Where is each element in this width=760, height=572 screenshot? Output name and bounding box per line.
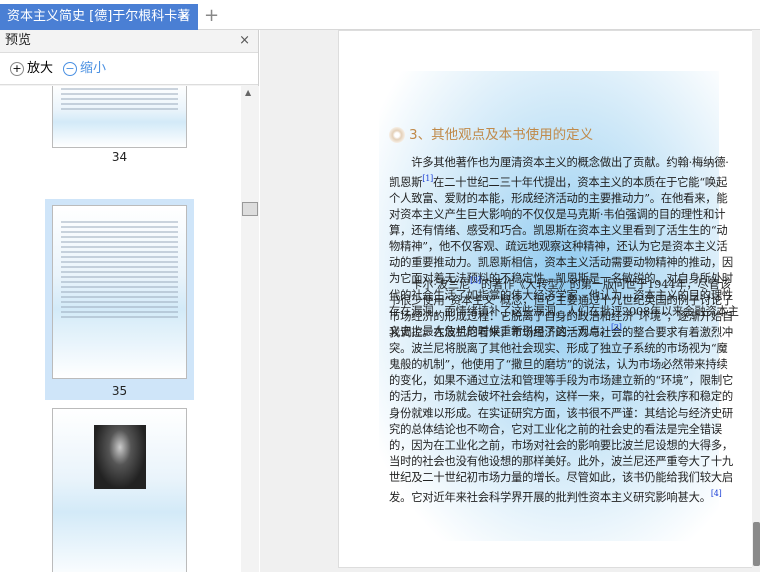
text-segment: 许多其他著作也为厘清资本主义的概念做出了贡献。约翰·梅纳德· [389, 156, 729, 169]
text-segment: 个人致富、爱财的本能，形成经济活动的主要推动力”。在他看来，能 [389, 191, 728, 205]
zoom-toolbar: + 放大 − 缩小 [0, 53, 258, 85]
zoom-out-icon: − [63, 61, 78, 76]
main-scrollbar[interactable] [752, 30, 760, 572]
text-line: 世纪及二十世纪初市场力量的增长。尽管如此，该书仍能给我们较大启 [389, 470, 733, 486]
document-tab[interactable]: 资本主义简史 [德]于尔根科卡著 × [0, 4, 198, 30]
text-segment: 究的总体结论也不吻合，它对工业化之前的社会史的看法是完全错误 [389, 422, 722, 436]
tab-bar: 资本主义简史 [德]于尔根科卡著 × + [0, 0, 760, 30]
sidebar-header: 预览 × [0, 30, 258, 53]
text-line: 突。波兰尼将脱离了其他社会现实、形成了独立子系统的市场视为“魔 [389, 341, 728, 357]
text-line: 的，因为在工业化之前，市场对社会的影响要比波兰尼设想的大得多， [389, 438, 733, 454]
text-segment: 身份就难以形成。在实证研究方面，该书很不严谨：其结论与经济史研 [389, 406, 734, 420]
document-page: 3、其他观点及本书使用的定义 许多其他著作也为厘清资本主义的概念做出了贡献。约翰… [338, 30, 754, 568]
text-line: 的活力，市场就会破坏社会结构，这样一来，可靠的社会秩序和稳定的 [389, 389, 733, 405]
text-segment: 我调控。在波兰尼看来，市场经济的活力与社会的整合要求有着激烈冲 [389, 326, 734, 340]
text-segment: 在二十世纪二三十年代提出，资本主义的本质在于它能“唤起 [433, 175, 728, 189]
page-thumbnail-34[interactable] [52, 86, 187, 148]
footnote-link[interactable]: [3] [470, 276, 481, 285]
text-line: 凯恩斯[1]在二十世纪二三十年代提出，资本主义的本质在于它能“唤起 [389, 171, 727, 191]
document-viewer: 3、其他观点及本书使用的定义 许多其他著作也为厘清资本主义的概念做出了贡献。约翰… [260, 30, 760, 572]
text-line: 发。它对近年来社会科学界开展的批判性资本主义研究影响甚大。[4] [389, 486, 722, 506]
text-segment: 的变化，如果不通过立法和管理等手段为市场建立新的“环境”，限制它 [389, 374, 734, 388]
text-segment: 卡尔·波兰尼 [389, 277, 471, 291]
text-segment: 物精神”，他不仅客观、疏远地观察这种精神，还认为它是资本主义活 [389, 240, 728, 254]
text-line: 身份就难以形成。在实证研究方面，该书很不严谨：其结论与经济史研 [389, 406, 733, 422]
footnote-link[interactable]: [1] [422, 174, 433, 183]
zoom-in-icon: + [10, 61, 24, 76]
text-line: 我调控。在波兰尼看来，市场经济的活力与社会的整合要求有着激烈冲 [389, 325, 733, 341]
text-line: 个人致富、爱财的本能，形成经济活动的主要推动力”。在他看来，能 [389, 191, 728, 207]
decorative-circles-icon [389, 127, 405, 143]
close-tab-icon[interactable]: × [179, 4, 190, 30]
text-line: 动的重要推动力。凯恩斯相信，资本主义活动需要动物精神的推动，因 [389, 255, 733, 271]
text-segment: 突。波兰尼将脱离了其他社会现实、形成了独立子系统的市场视为“魔 [389, 342, 728, 356]
text-line: 当时的社会也没有他设想的那样美好。此外，波兰尼还严重夸大了十九 [389, 454, 733, 470]
sidebar-scroll-thumb[interactable] [242, 202, 258, 216]
zoom-out-button[interactable]: − 缩小 [63, 54, 106, 84]
text-segment: 的，因为在工业化之前，市场对社会的影响要比波兰尼设想的大得多， [389, 438, 734, 452]
text-segment: 发。它对近年来社会科学界开展的批判性资本主义研究影响甚大。 [389, 490, 711, 504]
text-segment: 的著作《大转型》的第一版问世于1944年，尽管该 [480, 277, 731, 291]
portrait-photo [93, 425, 146, 489]
text-line: 对资本主义产生巨大影响的不仅仅是马克斯·韦伯强调的目的理性和计 [389, 207, 726, 223]
text-line: 卡尔·波兰尼[3]的著作《大转型》的第一版问世于1944年，尽管该 [389, 273, 731, 293]
zoom-in-label: 放大 [27, 60, 54, 76]
text-line: 的变化，如果不通过立法和管理等手段为市场建立新的“环境”，限制它 [389, 373, 733, 389]
thumbnail-list: 34 35 36 [0, 86, 241, 572]
text-segment: 世纪及二十世纪初市场力量的增长。尽管如此，该书仍能给我们较大启 [389, 470, 734, 484]
text-segment: 凯恩斯 [389, 175, 423, 189]
new-tab-button[interactable]: + [204, 4, 219, 28]
text-line: 算，还有情绪、感受和巧合。凯恩斯在资本主义里看到了活生生的“动 [389, 223, 728, 239]
main-scroll-thumb[interactable] [753, 522, 760, 566]
footnote-link[interactable]: [4] [711, 489, 722, 498]
page-number-35: 35 [111, 384, 128, 398]
text-line: 鬼般的机制”，他使用了“撒旦的磨坊”的说法，认为市场必然带来持续 [389, 357, 728, 373]
text-segment: 动的重要推动力。凯恩斯相信，资本主义活动需要动物精神的推动，因 [389, 256, 734, 270]
text-line: 书很少使用“资本主义”概念，但它主要通过十九世纪英国的例子讨论了 [389, 293, 733, 309]
text-segment: 的活力，市场就会破坏社会结构，这样一来，可靠的社会秩序和稳定的 [389, 390, 734, 404]
section-heading: 3、其他观点及本书使用的定义 [389, 123, 593, 143]
page-thumbnail-36[interactable] [52, 408, 187, 572]
text-segment: 书很少使用“资本主义”概念，但它主要通过十九世纪英国的例子讨论了 [389, 293, 734, 307]
scroll-up-icon[interactable]: ▲ [245, 88, 251, 97]
zoom-in-button[interactable]: + 放大 [10, 54, 53, 84]
preview-sidebar: 预览 × +放大 −缩小 34 35 36 ▲ [0, 30, 259, 572]
sidebar-title: 预览 [5, 33, 32, 48]
text-segment: 对资本主义产生巨大影响的不仅仅是马克斯·韦伯强调的目的理性和计 [389, 208, 726, 222]
close-sidebar-icon[interactable]: × [239, 30, 250, 52]
text-segment: 市场经济的形成过程：它脱离了自身的政治和经济“环境”，逐渐开始自 [389, 309, 734, 323]
text-line: 物精神”，他不仅客观、疏远地观察这种精神，还认为它是资本主义活 [389, 239, 728, 255]
text-segment: 鬼般的机制”，他使用了“撒旦的磨坊”的说法，认为市场必然带来持续 [389, 358, 728, 372]
paragraph-2: 卡尔·波兰尼[3]的著作《大转型》的第一版问世于1944年，尽管该 书很少使用“资… [389, 273, 733, 506]
sidebar-scrollbar[interactable]: ▲ [241, 86, 259, 572]
text-line: 究的总体结论也不吻合，它对工业化之前的社会史的看法是完全错误 [389, 422, 722, 438]
page-thumbnail-35[interactable] [52, 205, 187, 379]
text-segment: 算，还有情绪、感受和巧合。凯恩斯在资本主义里看到了活生生的“动 [389, 224, 728, 238]
text-segment: 当时的社会也没有他设想的那样美好。此外，波兰尼还严重夸大了十九 [389, 454, 734, 468]
tab-title: 资本主义简史 [德]于尔根科卡著 [7, 9, 191, 24]
text-line: 许多其他著作也为厘清资本主义的概念做出了贡献。约翰·梅纳德· [389, 155, 729, 171]
text-line: 市场经济的形成过程：它脱离了自身的政治和经济“环境”，逐渐开始自 [389, 309, 733, 325]
section-heading-text: 3、其他观点及本书使用的定义 [409, 127, 594, 143]
page-number-34: 34 [111, 150, 128, 164]
zoom-out-label: 缩小 [80, 60, 107, 76]
